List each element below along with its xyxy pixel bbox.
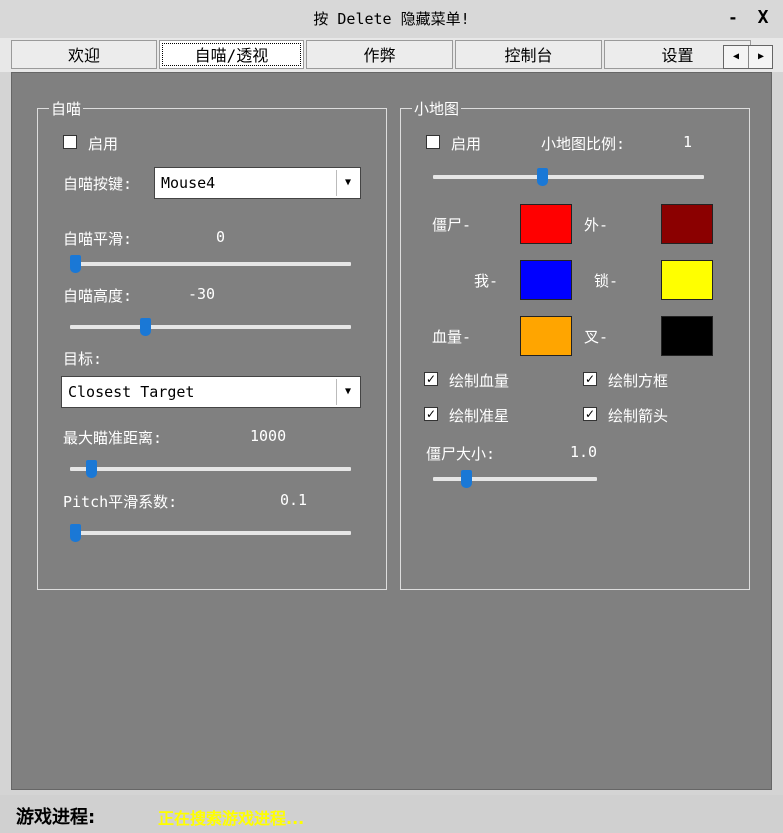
aimbot-target-select[interactable]: Closest Target ▼ xyxy=(61,376,361,408)
draw-health-checkbox[interactable]: ✓ xyxy=(424,372,438,386)
aimbot-pitch-label: Pitch平滑系数: xyxy=(63,493,178,511)
aimbot-key-select[interactable]: Mouse4 ▼ xyxy=(154,167,361,199)
minimap-scale-track xyxy=(433,175,704,179)
aimbot-height-value: -30 xyxy=(188,285,216,303)
tab-console[interactable]: 控制台 xyxy=(455,40,602,69)
tab-aim-esp[interactable]: 自喵/透视 xyxy=(159,40,304,69)
me-color-swatch[interactable] xyxy=(520,260,572,300)
me-color-label: 我- xyxy=(474,272,499,290)
cross-color-label: 叉- xyxy=(584,328,609,346)
aimbot-enable-label: 启用 xyxy=(88,135,119,153)
draw-health-label: 绘制血量 xyxy=(449,372,510,390)
zombie-size-track xyxy=(433,477,597,481)
aimbot-smooth-slider[interactable] xyxy=(70,255,81,273)
health-color-label: 血量- xyxy=(432,328,472,346)
minimap-group-title: 小地图 xyxy=(412,98,462,119)
outside-color-swatch[interactable] xyxy=(661,204,713,244)
aimbot-max-distance-track xyxy=(70,467,351,471)
lock-color-label: 锁- xyxy=(594,272,619,290)
minimize-button[interactable]: - xyxy=(726,8,740,28)
tab-scroll-right-icon[interactable]: ▶ xyxy=(749,46,773,68)
tab-welcome[interactable]: 欢迎 xyxy=(11,40,157,69)
draw-arrow-checkbox[interactable]: ✓ xyxy=(583,407,597,421)
minimap-enable-label: 启用 xyxy=(451,135,482,153)
aimbot-max-distance-slider[interactable] xyxy=(86,460,98,478)
draw-box-label: 绘制方框 xyxy=(608,372,669,390)
aimbot-pitch-value: 0.1 xyxy=(280,491,308,509)
aimbot-enable-checkbox[interactable] xyxy=(63,135,77,149)
aimbot-pitch-track xyxy=(70,531,351,535)
zombie-color-label: 僵尸- xyxy=(432,216,472,234)
draw-crosshair-checkbox[interactable]: ✓ xyxy=(424,407,438,421)
zombie-size-label: 僵尸大小: xyxy=(426,445,496,463)
aimbot-max-distance-value: 1000 xyxy=(250,427,287,445)
aimbot-max-distance-label: 最大瞄准距离: xyxy=(63,429,163,447)
close-button[interactable]: X xyxy=(753,8,773,28)
aimbot-key-value: Mouse4 xyxy=(161,174,216,192)
zombie-color-swatch[interactable] xyxy=(520,204,572,244)
draw-crosshair-label: 绘制准星 xyxy=(449,407,510,425)
aimbot-smooth-value: 0 xyxy=(216,228,226,246)
tab-scroll-buttons: ◀ ▶ xyxy=(723,45,773,69)
aimbot-smooth-label: 自喵平滑: xyxy=(63,230,133,248)
tab-cheats[interactable]: 作弊 xyxy=(306,40,453,69)
outside-color-label: 外- xyxy=(584,216,609,234)
status-value: 正在搜索游戏进程... xyxy=(158,809,305,828)
draw-arrow-label: 绘制箭头 xyxy=(608,407,669,425)
status-label: 游戏进程: xyxy=(16,807,96,828)
window-title: 按 Delete 隐藏菜单! xyxy=(313,10,470,28)
aimbot-smooth-track xyxy=(70,262,351,266)
cross-color-swatch[interactable] xyxy=(661,316,713,356)
aimbot-height-label: 自喵高度: xyxy=(63,287,133,305)
zombie-size-slider[interactable] xyxy=(460,470,472,488)
aimbot-key-label: 自喵按键: xyxy=(63,175,133,193)
minimap-scale-value: 1 xyxy=(683,133,693,151)
aimbot-pitch-slider[interactable] xyxy=(70,524,81,542)
health-color-swatch[interactable] xyxy=(520,316,572,356)
chevron-down-icon: ▼ xyxy=(336,170,359,196)
aimbot-height-track xyxy=(70,325,351,329)
tab-scroll-left-icon[interactable]: ◀ xyxy=(724,46,749,68)
zombie-size-value: 1.0 xyxy=(570,443,598,461)
draw-box-checkbox[interactable]: ✓ xyxy=(583,372,597,386)
minimap-scale-slider[interactable] xyxy=(537,168,548,186)
aimbot-height-slider[interactable] xyxy=(140,318,152,336)
aimbot-target-label: 目标: xyxy=(63,350,103,368)
minimap-enable-checkbox[interactable] xyxy=(426,135,440,149)
status-bar xyxy=(0,795,783,833)
lock-color-swatch[interactable] xyxy=(661,260,713,300)
aimbot-target-value: Closest Target xyxy=(68,383,195,401)
chevron-down-icon: ▼ xyxy=(336,379,359,405)
aimbot-group-title: 自喵 xyxy=(49,98,84,119)
minimap-scale-label: 小地图比例: xyxy=(541,135,626,153)
